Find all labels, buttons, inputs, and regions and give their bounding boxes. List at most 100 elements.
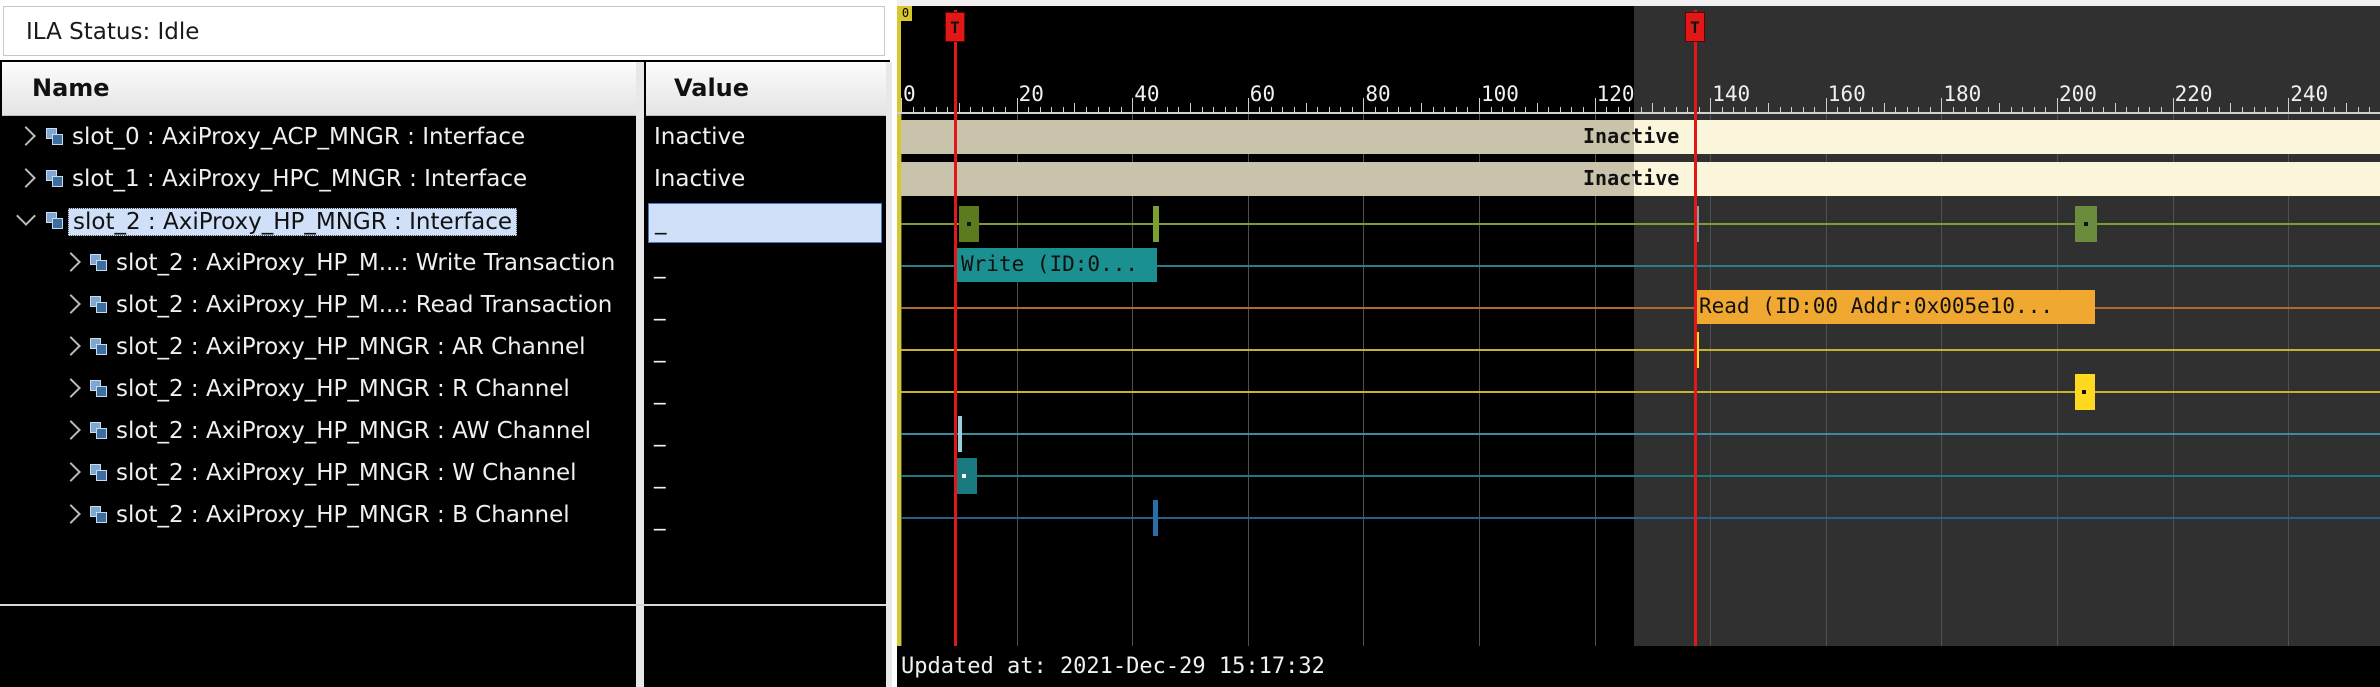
value-text: _ bbox=[654, 337, 666, 363]
value-text: _ bbox=[654, 253, 666, 279]
ruler-minor-tick bbox=[2080, 107, 2082, 112]
ruler-minor-tick bbox=[2184, 107, 2186, 112]
signal-aw-channel bbox=[901, 433, 2380, 435]
ruler-minor-tick bbox=[912, 107, 914, 112]
ruler-minor-tick bbox=[2230, 103, 2232, 112]
ruler-minor-tick bbox=[1964, 107, 1966, 112]
read-transaction-label: Read (ID:00 Addr:0x005e10... bbox=[1699, 294, 2054, 318]
write-transaction-label: Write (ID:0... bbox=[961, 252, 1139, 276]
ruler-minor-tick bbox=[1606, 107, 1608, 112]
tree-row-write-transaction[interactable]: slot_2 : AxiProxy_HP_M...: Write Transac… bbox=[0, 245, 636, 287]
read-transaction-block[interactable]: Read (ID:00 Addr:0x005e10... bbox=[1695, 290, 2095, 324]
tree-row-ar-channel[interactable]: slot_2 : AxiProxy_HP_MNGR : AR Channel bbox=[0, 329, 636, 371]
waveform-viewer[interactable]: 0 0 20 40 60 80 100 120 140 160 180 200 220 240 Inac… bbox=[897, 0, 2380, 687]
chevron-right-icon[interactable] bbox=[61, 420, 81, 440]
trigger-flag-2[interactable]: T bbox=[1685, 12, 1705, 42]
trigger-cursor-1[interactable] bbox=[954, 10, 957, 646]
ruler-minor-tick bbox=[2149, 107, 2151, 112]
chevron-right-icon[interactable] bbox=[61, 336, 81, 356]
ruler-minor-tick bbox=[1143, 107, 1145, 112]
chevron-down-icon[interactable] bbox=[16, 206, 36, 226]
tree-row-r-channel[interactable]: slot_2 : AxiProxy_HP_MNGR : R Channel bbox=[0, 371, 636, 413]
ruler-minor-tick bbox=[1374, 107, 1376, 112]
value-cell-selected: _ bbox=[648, 203, 882, 243]
ila-dashboard: ILA Status: Idle Name Value slot_0 : Axi… bbox=[0, 0, 2380, 687]
ruler-minor-tick bbox=[2022, 107, 2024, 112]
waveform-footer: Updated at: 2021-Dec-29 15:17:32 bbox=[897, 646, 2380, 687]
ruler-minor-tick bbox=[1328, 107, 1330, 112]
ruler-minor-tick bbox=[1166, 107, 1168, 112]
tree-row-label: slot_1 : AxiProxy_HPC_MNGR : Interface bbox=[72, 166, 528, 192]
ruler-major-tick bbox=[2057, 98, 2058, 112]
ruler-minor-tick bbox=[2161, 107, 2163, 112]
value-cell: Inactive bbox=[646, 119, 886, 159]
ruler-minor-tick bbox=[2033, 107, 2035, 112]
chevron-right-icon[interactable] bbox=[61, 504, 81, 524]
ruler-minor-tick bbox=[947, 107, 949, 112]
ila-status-text: ILA Status: Idle bbox=[26, 19, 200, 45]
tree-row-label: slot_2 : AxiProxy_HP_MNGR : AW Channel bbox=[116, 418, 592, 444]
trigger-cursor-2[interactable] bbox=[1694, 10, 1697, 646]
ruler-minor-tick bbox=[2010, 107, 2012, 112]
name-column-header[interactable]: Name bbox=[2, 62, 636, 116]
tree-row-slot0[interactable]: slot_0 : AxiProxy_ACP_MNGR : Interface bbox=[0, 119, 636, 161]
ruler-minor-tick bbox=[2068, 107, 2070, 112]
ruler-minor-tick bbox=[1791, 107, 1793, 112]
ruler-minor-tick bbox=[1802, 107, 1804, 112]
ruler-minor-tick bbox=[1929, 107, 1931, 112]
tree-row-w-channel[interactable]: slot_2 : AxiProxy_HP_MNGR : W Channel bbox=[0, 455, 636, 497]
ruler-minor-tick bbox=[2091, 107, 2093, 112]
ruler-minor-tick bbox=[1571, 107, 1573, 112]
trigger-flag-1[interactable]: T bbox=[945, 12, 965, 42]
ruler-tick-label: 60 bbox=[1249, 82, 1276, 106]
ruler-minor-tick bbox=[1848, 107, 1850, 112]
ruler-minor-tick bbox=[1837, 107, 1839, 112]
ruler-tick-label: 140 bbox=[1712, 82, 1751, 106]
activity-pulse bbox=[1153, 206, 1159, 242]
signal-read-transaction bbox=[901, 307, 2380, 309]
tree-row-slot1[interactable]: slot_1 : AxiProxy_HPC_MNGR : Interface bbox=[0, 161, 636, 203]
ruler-tick-label: 180 bbox=[1943, 82, 1982, 106]
chevron-right-icon[interactable] bbox=[16, 168, 36, 188]
chevron-right-icon[interactable] bbox=[61, 378, 81, 398]
tree-row-b-channel[interactable]: slot_2 : AxiProxy_HP_MNGR : B Channel bbox=[0, 497, 636, 539]
panel-divider[interactable] bbox=[886, 62, 892, 687]
ruler-minor-tick bbox=[1744, 107, 1746, 112]
ruler-minor-tick bbox=[2299, 107, 2301, 112]
tree-row-label: slot_2 : AxiProxy_HP_M...: Read Transact… bbox=[116, 292, 613, 318]
value-column-header[interactable]: Value bbox=[646, 62, 886, 116]
ruler-tick-label: 40 bbox=[1134, 82, 1160, 106]
ruler-minor-tick bbox=[1409, 107, 1411, 112]
tree-row-slot2[interactable]: slot_2 : AxiProxy_HP_MNGR : Interface bbox=[0, 203, 636, 245]
chevron-right-icon[interactable] bbox=[61, 462, 81, 482]
interface-icon bbox=[90, 464, 108, 482]
ruler-tick-label: 220 bbox=[2174, 82, 2213, 106]
ruler-minor-tick bbox=[1455, 107, 1457, 112]
interface-icon bbox=[90, 338, 108, 356]
ruler-minor-tick bbox=[1548, 107, 1550, 112]
chevron-right-icon[interactable] bbox=[16, 126, 36, 146]
ruler-minor-tick bbox=[1028, 107, 1030, 112]
tree-row-read-transaction[interactable]: slot_2 : AxiProxy_HP_M...: Read Transact… bbox=[0, 287, 636, 329]
table-bottom-divider bbox=[0, 604, 886, 606]
tree-row-aw-channel[interactable]: slot_2 : AxiProxy_HP_MNGR : AW Channel bbox=[0, 413, 636, 455]
write-transaction-block[interactable]: Write (ID:0... bbox=[957, 248, 1157, 282]
ruler-minor-tick bbox=[1525, 107, 1527, 112]
column-divider[interactable] bbox=[636, 62, 644, 687]
value-text: _ bbox=[654, 295, 666, 321]
ruler-minor-tick bbox=[1583, 107, 1585, 112]
bus-slot0: Inactive bbox=[901, 120, 2380, 154]
ruler-minor-tick bbox=[1398, 107, 1400, 112]
ruler-minor-tick bbox=[1999, 103, 2001, 112]
ruler-minor-tick bbox=[1559, 107, 1561, 112]
chevron-right-icon[interactable] bbox=[61, 252, 81, 272]
ruler-tick-label: 160 bbox=[1827, 82, 1866, 106]
ruler-minor-tick bbox=[1513, 107, 1515, 112]
tree-row-label: slot_2 : AxiProxy_HP_MNGR : W Channel bbox=[116, 460, 577, 486]
ruler-major-tick bbox=[1710, 98, 1712, 112]
value-cell: _ bbox=[646, 458, 886, 498]
ruler-minor-tick bbox=[1617, 107, 1619, 112]
chevron-right-icon[interactable] bbox=[61, 294, 81, 314]
origin-marker[interactable]: 0 bbox=[899, 6, 912, 21]
ruler-minor-tick bbox=[1721, 107, 1723, 112]
